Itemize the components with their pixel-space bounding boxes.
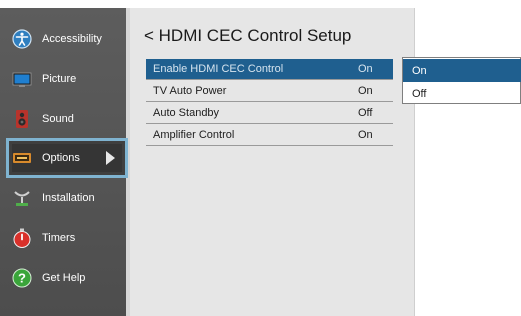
setting-value: Off bbox=[358, 107, 373, 119]
sidebar-item-label: Installation bbox=[42, 192, 95, 204]
setting-value: On bbox=[358, 129, 373, 141]
accessibility-icon bbox=[12, 29, 32, 49]
svg-text:?: ? bbox=[18, 271, 26, 286]
sidebar-item-picture[interactable]: Picture bbox=[0, 59, 126, 99]
sidebar-item-options[interactable]: Options bbox=[0, 138, 126, 178]
setting-label: Auto Standby bbox=[153, 107, 220, 119]
main-panel-edge bbox=[414, 8, 415, 316]
picture-icon bbox=[12, 69, 32, 89]
sidebar-item-label: Accessibility bbox=[42, 33, 102, 45]
sidebar-item-sound[interactable]: Sound bbox=[0, 99, 126, 139]
sidebar-item-get-help[interactable]: ? Get Help bbox=[0, 258, 126, 298]
setting-row-auto-standby[interactable]: Auto Standby Off bbox=[146, 103, 393, 123]
setting-value: On bbox=[358, 63, 373, 75]
setting-label: Amplifier Control bbox=[153, 129, 235, 141]
setting-row-tv-auto-power[interactable]: TV Auto Power On bbox=[146, 81, 393, 101]
sidebar-item-label: Get Help bbox=[42, 272, 86, 284]
timer-icon bbox=[12, 228, 32, 248]
setting-value: On bbox=[358, 85, 373, 97]
page-title[interactable]: < HDMI CEC Control Setup bbox=[144, 26, 351, 46]
row-divider bbox=[146, 123, 393, 124]
row-divider bbox=[146, 145, 393, 146]
sidebar-item-label: Sound bbox=[42, 113, 74, 125]
setting-row-amplifier-control[interactable]: Amplifier Control On bbox=[146, 125, 393, 145]
sidebar-item-label: Options bbox=[42, 152, 80, 164]
setting-label: TV Auto Power bbox=[153, 85, 227, 97]
setting-row-enable-hdmi-cec[interactable]: Enable HDMI CEC Control On bbox=[146, 59, 393, 79]
dropdown-option-on[interactable]: On bbox=[403, 59, 521, 82]
sidebar-item-label: Picture bbox=[42, 73, 77, 85]
sidebar-item-accessibility[interactable]: Accessibility bbox=[0, 19, 126, 59]
value-dropdown: On Off bbox=[402, 57, 521, 104]
sidebar-item-installation[interactable]: Installation bbox=[0, 178, 126, 218]
options-icon bbox=[12, 148, 32, 168]
sidebar-item-timers[interactable]: Timers bbox=[0, 218, 126, 258]
main-panel bbox=[130, 8, 415, 316]
tv-menu-screen: Accessibility Picture Sound Options Inst… bbox=[0, 0, 521, 316]
row-divider bbox=[146, 79, 393, 80]
installation-icon bbox=[12, 188, 32, 208]
setting-label: Enable HDMI CEC Control bbox=[153, 63, 284, 75]
dropdown-option-off[interactable]: Off bbox=[403, 82, 521, 105]
row-divider bbox=[146, 101, 393, 102]
speaker-icon bbox=[12, 109, 32, 129]
help-icon: ? bbox=[12, 268, 32, 288]
sidebar-item-label: Timers bbox=[42, 232, 76, 244]
